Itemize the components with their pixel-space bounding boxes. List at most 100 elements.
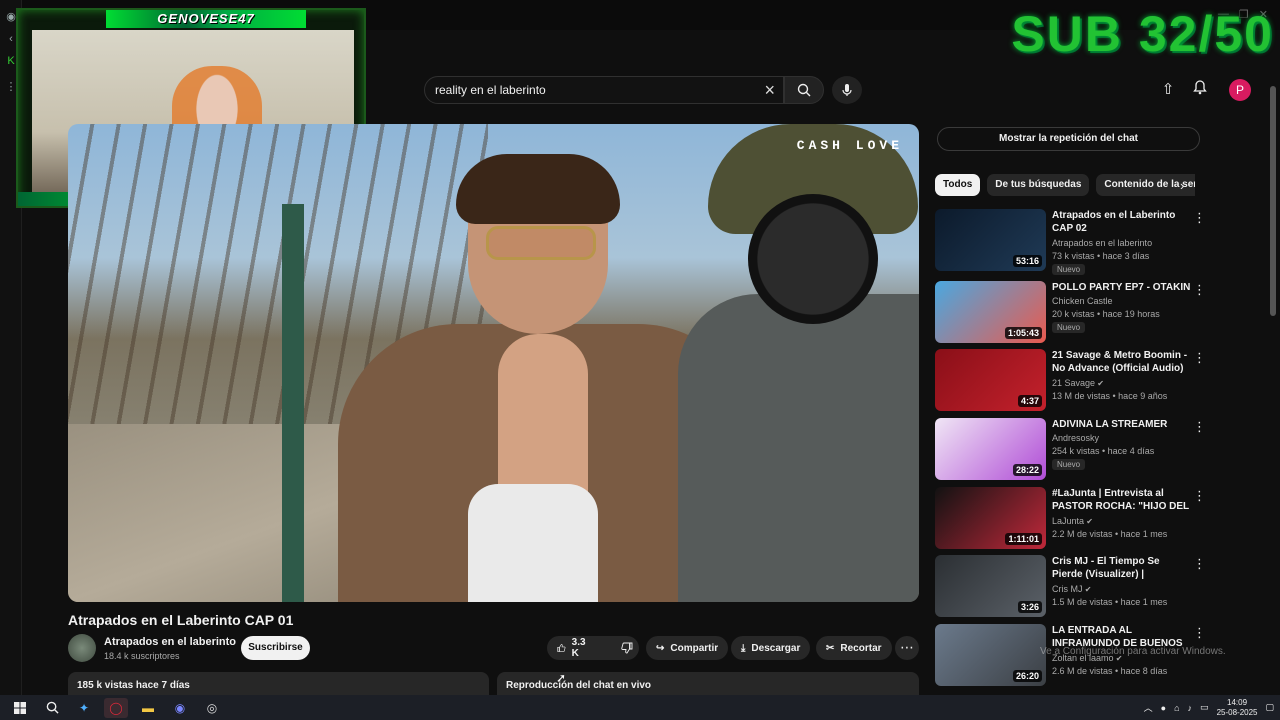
video-duration: 26:20: [1012, 670, 1042, 682]
microphone-tray-icon[interactable]: ●: [1161, 703, 1166, 713]
recommendation-channel[interactable]: LaJunta ✔: [1052, 516, 1093, 526]
more-options-icon[interactable]: ⋮: [1193, 420, 1206, 433]
subscriber-count: 18.4 k suscriptores: [104, 651, 180, 661]
recommendation-item[interactable]: 53:16 Atrapados en el Laberinto CAP 02 Atr…: [935, 209, 1206, 275]
search-button[interactable]: [784, 76, 824, 104]
recommendation-title[interactable]: Cris MJ - El Tiempo Se Pierde (Visualize…: [1052, 555, 1192, 581]
recommendation-item[interactable]: 3:26 Cris MJ - El Tiempo Se Pierde (Visua…: [935, 555, 1206, 619]
video-pole: [282, 204, 304, 602]
opera-icon[interactable]: ◯: [104, 697, 128, 718]
system-tray: ︿ ● ⌂ ♪ ▭ 14:09 25-08-2025 ▢: [1144, 695, 1274, 720]
notifications-icon[interactable]: [1190, 80, 1210, 100]
recommendation-channel[interactable]: Atrapados en el laberinto: [1052, 238, 1152, 248]
show-chat-replay-button[interactable]: Mostrar la repetición del chat: [937, 127, 1200, 151]
more-options-icon[interactable]: ⋮: [1193, 557, 1206, 570]
account-avatar[interactable]: P: [1229, 79, 1251, 101]
recommendation-title[interactable]: 21 Savage & Metro Boomin - No Advance (O…: [1052, 349, 1192, 375]
clock-time: 14:09: [1227, 697, 1248, 707]
channel-avatar[interactable]: [68, 634, 96, 662]
mouse-cursor-icon: ➚: [556, 671, 567, 685]
volume-icon[interactable]: ♪: [1188, 703, 1193, 713]
download-icon: ⤓: [741, 642, 746, 654]
recommendation-channel[interactable]: Cris MJ ✔: [1052, 584, 1091, 594]
recommendation-channel[interactable]: 21 Savage ✔: [1052, 378, 1104, 388]
subscribe-button[interactable]: Suscribirse: [241, 636, 310, 660]
video-duration: 1:11:01: [1005, 533, 1042, 545]
more-options-icon[interactable]: ⋮: [1193, 626, 1206, 639]
more-actions-button[interactable]: ⋯: [895, 636, 919, 660]
clock[interactable]: 14:09 25-08-2025: [1217, 698, 1258, 718]
chip-all[interactable]: Todos: [935, 174, 981, 196]
discord-icon[interactable]: ◉: [168, 698, 192, 718]
recommendation-channel-name: Andresosky: [1052, 433, 1100, 443]
thumbs-up-icon: [557, 644, 566, 652]
network-icon[interactable]: ⌂: [1174, 703, 1179, 713]
copilot-icon[interactable]: ✦: [72, 698, 96, 718]
recommendation-channel-name: 21 Savage: [1052, 378, 1096, 388]
search-query: reality en el laberinto: [435, 83, 546, 97]
recommendation-thumbnail[interactable]: 26:20: [935, 624, 1046, 686]
windows-start-icon[interactable]: [8, 698, 32, 718]
views-and-date: 185 k vistas hace 7 días: [77, 680, 190, 691]
chips-next-icon[interactable]: ›: [1180, 178, 1184, 193]
dislike-button[interactable]: [611, 636, 643, 660]
recommendation-title[interactable]: Atrapados en el Laberinto CAP 02: [1052, 209, 1192, 235]
new-badge: Nuevo: [1052, 322, 1086, 333]
recommendation-thumbnail[interactable]: 1:11:01: [935, 487, 1046, 549]
more-options-icon[interactable]: ⋮: [1193, 351, 1206, 364]
channel-name[interactable]: Atrapados en el laberinto: [104, 636, 236, 648]
recommendation-thumbnail[interactable]: 1:05:43: [935, 281, 1046, 343]
recommendation-thumbnail[interactable]: 28:22: [935, 418, 1046, 480]
recommendation-title[interactable]: #LaJunta | Entrevista al PASTOR ROCHA: "…: [1052, 487, 1192, 513]
obs-icon[interactable]: ◎: [200, 698, 224, 718]
recommendation-item[interactable]: 4:37 21 Savage & Metro Boomin - No Advanc…: [935, 349, 1206, 413]
recommendation-channel-name: Chicken Castle: [1052, 296, 1113, 306]
video-masked-person: [678, 124, 919, 602]
clip-button[interactable]: ✂ Recortar: [816, 636, 892, 660]
clear-search-icon[interactable]: ×: [764, 80, 775, 100]
recommendation-channel[interactable]: Chicken Castle: [1052, 296, 1113, 306]
download-button[interactable]: ⤓ Descargar: [731, 636, 811, 660]
download-label: Descargar: [751, 642, 801, 654]
search-input[interactable]: reality en el laberinto ×: [424, 76, 784, 104]
recommendation-channel-name: Cris MJ: [1052, 584, 1083, 594]
recommendation-title[interactable]: ADIVINA LA STREAMER: [1052, 418, 1192, 431]
scrollbar-thumb[interactable]: [1270, 86, 1276, 316]
more-options-icon[interactable]: ⋮: [1193, 211, 1206, 224]
recommendation-meta: 1.5 M de vistas • hace 1 mes: [1052, 597, 1168, 607]
more-options-icon[interactable]: ⋮: [1193, 489, 1206, 502]
page-scrollbar[interactable]: [1270, 76, 1276, 688]
upload-icon[interactable]: ⇧: [1158, 80, 1178, 100]
recommendation-thumbnail[interactable]: 3:26: [935, 555, 1046, 617]
like-button[interactable]: 3.3 K: [547, 636, 599, 660]
recommendation-item[interactable]: 1:11:01 #LaJunta | Entrevista al PASTOR R…: [935, 487, 1206, 551]
live-chat-replay-label: Reproducción del chat en vivo: [506, 680, 652, 691]
search-icon: [797, 83, 811, 97]
streamer-name: GENOVESE47: [106, 10, 306, 28]
video-duration: 4:37: [1017, 395, 1042, 407]
recommendation-item[interactable]: 1:05:43 POLLO PARTY EP7 - OTAKIN Chicken C…: [935, 281, 1206, 345]
taskbar-search-icon[interactable]: [40, 698, 64, 718]
new-badge: Nuevo: [1052, 264, 1086, 275]
recommendation-channel[interactable]: Andresosky: [1052, 433, 1099, 443]
chip-from-searches[interactable]: De tus búsquedas: [987, 174, 1090, 196]
voice-search-button[interactable]: [832, 76, 862, 104]
file-explorer-icon[interactable]: ▬: [136, 698, 160, 718]
tray-chevron-icon[interactable]: ︿: [1144, 701, 1153, 714]
notifications-tray-icon[interactable]: ▢: [1265, 702, 1274, 713]
recommendation-thumbnail[interactable]: 53:16: [935, 209, 1046, 271]
windows-activation-watermark: Ve a Configuración para activar Windows.: [1040, 646, 1226, 657]
recommendation-channel-name: Atrapados en el laberinto: [1052, 238, 1153, 248]
recommendation-item[interactable]: 28:22 ADIVINA LA STREAMER Andresosky 254 k …: [935, 418, 1206, 482]
video-duration: 53:16: [1012, 255, 1042, 267]
video-duration: 28:22: [1012, 464, 1042, 476]
recommendation-title[interactable]: POLLO PARTY EP7 - OTAKIN: [1052, 281, 1192, 294]
recommendation-meta: 254 k vistas • hace 4 días: [1052, 446, 1155, 456]
battery-icon[interactable]: ▭: [1200, 702, 1209, 713]
recommendation-thumbnail[interactable]: 4:37: [935, 349, 1046, 411]
more-options-icon[interactable]: ⋮: [1193, 283, 1206, 296]
share-button[interactable]: ↪ Compartir: [646, 636, 729, 660]
recommendation-meta: 20 k vistas • hace 19 horas: [1052, 309, 1160, 319]
video-player[interactable]: CASH LOVE: [68, 124, 919, 602]
recommendation-meta: 2.2 M de vistas • hace 1 mes: [1052, 529, 1168, 539]
